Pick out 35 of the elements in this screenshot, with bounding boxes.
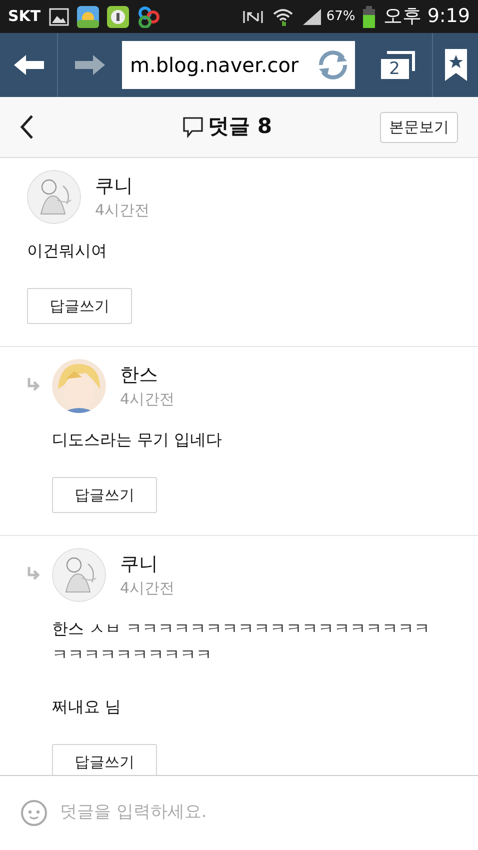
wifi-icon bbox=[272, 6, 294, 26]
comment-text: 이건뭐시여 bbox=[27, 240, 108, 262]
reply-button[interactable]: 답글쓰기 bbox=[52, 477, 157, 513]
carrier-label: SKT bbox=[8, 6, 41, 28]
comment-text: 한스 ㅅㅂ ㅋㅋㅋㅋㅋㅋㅋㅋㅋㅋㅋㅋㅋㅋㅋㅋㅋㅋㅋㅋㅋㅋㅋㅋㅋㅋㅋㅋㅋ bbox=[52, 618, 432, 666]
comment-text: 디도스라는 무기 입네다 bbox=[52, 429, 224, 451]
author-name: 한스 bbox=[120, 362, 159, 388]
author-name: 쿠니 bbox=[95, 174, 134, 199]
author-name: 쿠니 bbox=[120, 552, 159, 577]
battery-icon bbox=[363, 6, 376, 28]
comments-title: 덧글 8 bbox=[208, 113, 272, 140]
tabs-button[interactable]: 2 bbox=[363, 33, 433, 97]
url-field[interactable]: m.blog.naver.cor bbox=[122, 41, 355, 89]
reply-arrow-icon bbox=[26, 377, 42, 393]
battery-percent: 67% bbox=[326, 8, 356, 26]
reply-arrow-icon bbox=[26, 566, 42, 582]
signal-icon bbox=[302, 8, 322, 26]
clock: 오후 9:19 bbox=[383, 4, 470, 30]
comment-text: 쩌내요 님 bbox=[52, 696, 122, 718]
left-arrow-icon bbox=[14, 55, 44, 75]
comment-time: 4시간전 bbox=[95, 200, 150, 221]
back-chevron-icon[interactable] bbox=[20, 114, 34, 140]
reply-button[interactable]: 답글쓰기 bbox=[27, 288, 132, 324]
right-arrow-icon bbox=[75, 55, 105, 75]
speech-bubble-icon bbox=[182, 116, 204, 138]
lock-app-icon bbox=[106, 6, 129, 28]
bookmark-star-icon bbox=[444, 49, 466, 81]
view-post-button[interactable]: 본문보기 bbox=[380, 112, 458, 142]
comment-time: 4시간전 bbox=[120, 388, 175, 410]
gallery-icon bbox=[48, 8, 69, 26]
rings-app-icon bbox=[136, 6, 161, 28]
weather-app-icon bbox=[76, 6, 99, 28]
comment-time: 4시간전 bbox=[120, 578, 175, 599]
comment-input[interactable]: 덧글을 입력하세요. bbox=[60, 800, 458, 826]
reply-button[interactable]: 답글쓰기 bbox=[52, 744, 157, 775]
